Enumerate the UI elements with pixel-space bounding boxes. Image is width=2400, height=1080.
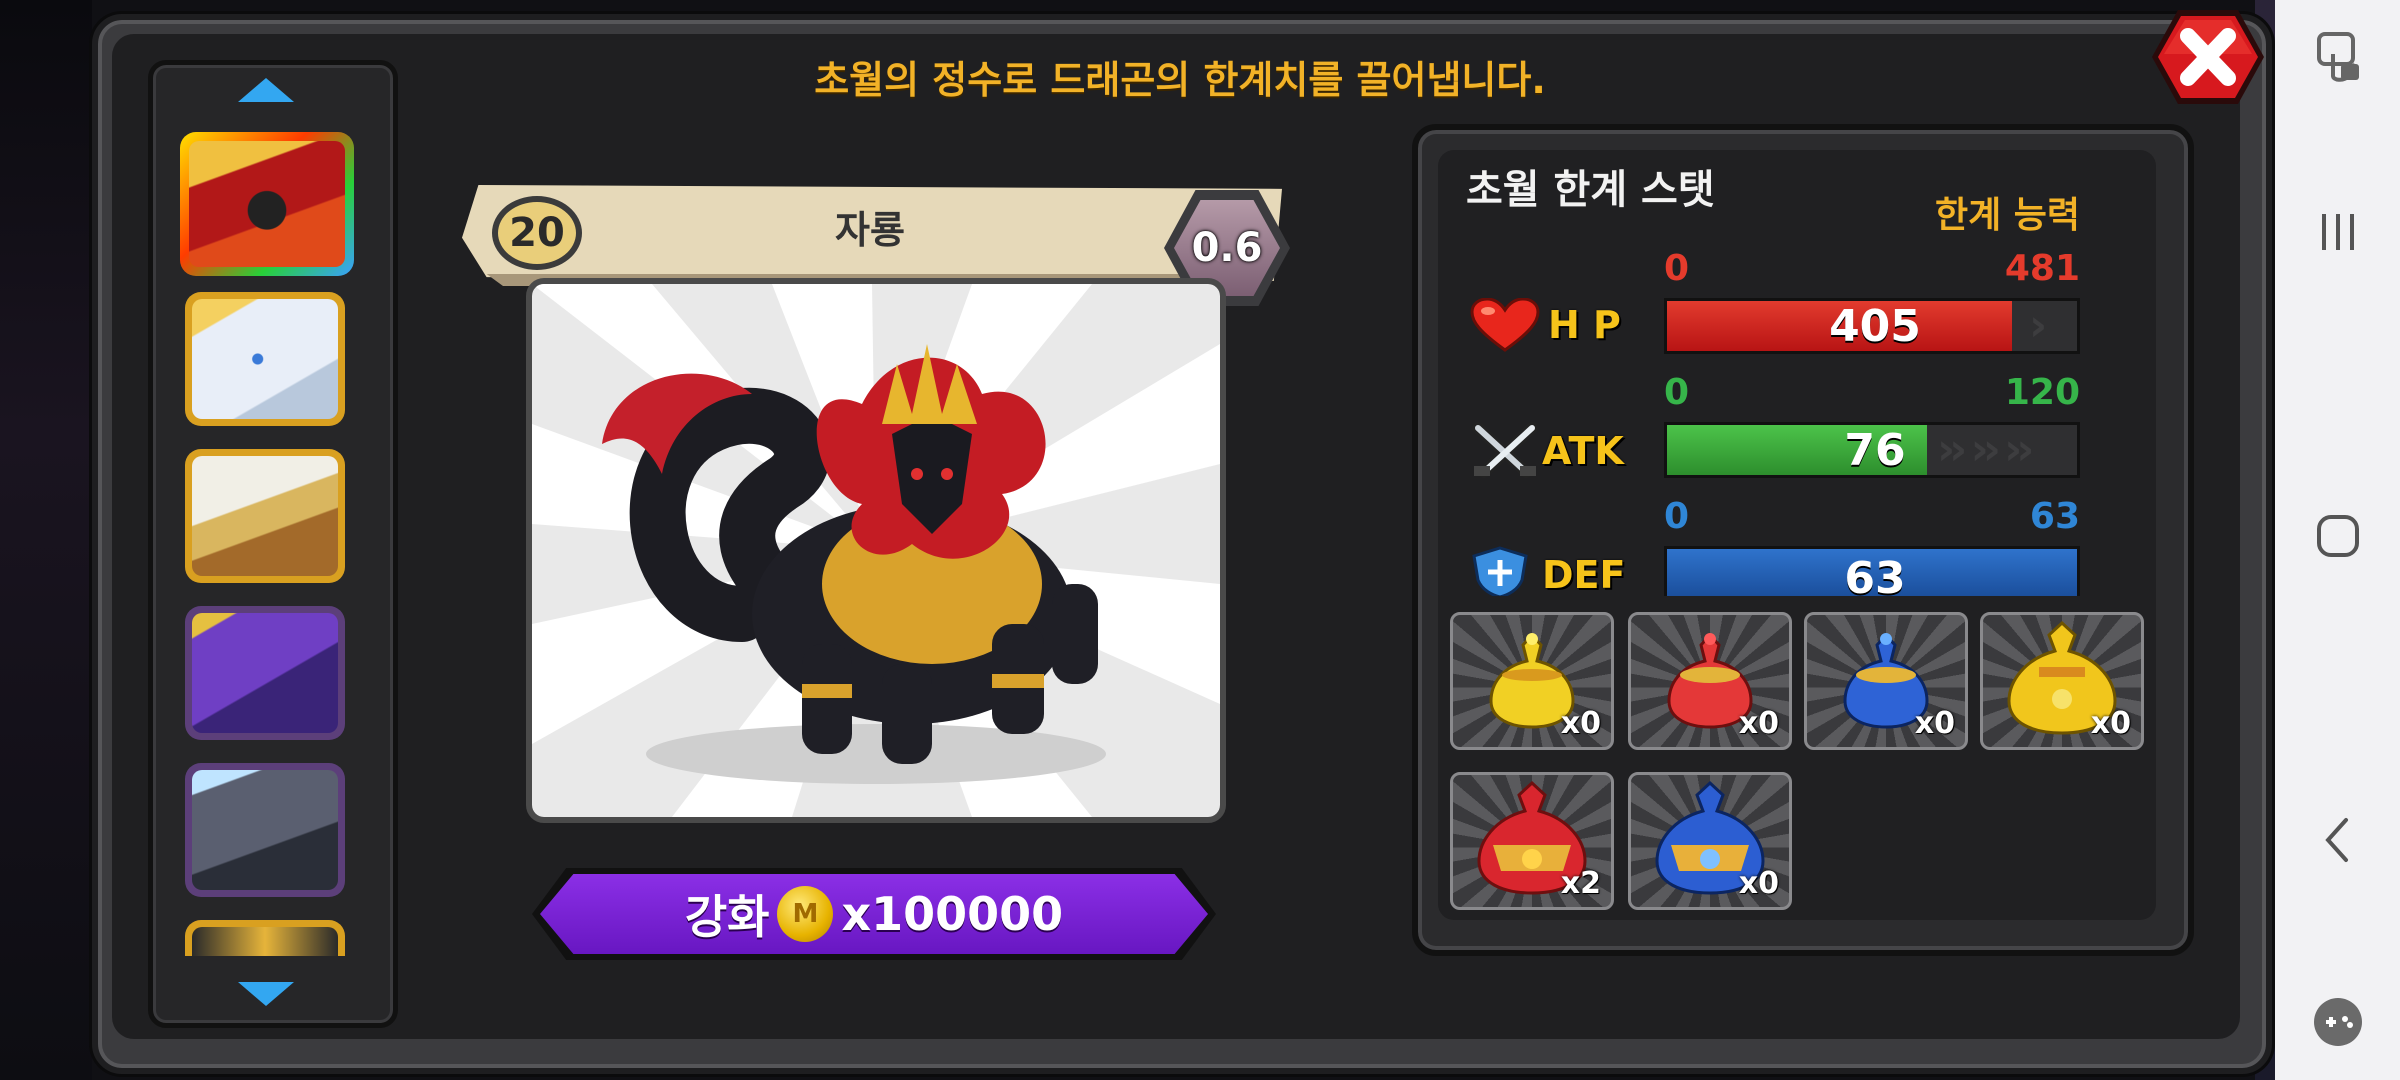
atk-min: 0	[1664, 372, 1690, 413]
stats-scroll-clip	[1450, 596, 2130, 610]
touch-lock-icon[interactable]	[2313, 30, 2363, 86]
dragon-list-item[interactable]	[185, 292, 345, 426]
heart-icon	[1470, 297, 1540, 352]
item-count: x2	[1560, 866, 1601, 901]
def-max: 63	[2029, 496, 2080, 537]
background-left	[0, 0, 92, 1080]
shield-icon	[1470, 546, 1530, 599]
game-tools-icon[interactable]	[2312, 996, 2364, 1048]
dragon-portrait-thumbnail	[192, 456, 338, 576]
stats-title: 초월 한계 스탯	[1466, 167, 1715, 213]
coin-icon: M	[777, 886, 834, 942]
hp-min: 0	[1664, 248, 1690, 289]
dragon-list-item[interactable]	[185, 449, 345, 583]
dragon-list-item[interactable]	[185, 763, 345, 897]
dragon-list-item-selected[interactable]	[180, 132, 354, 276]
item-count: x0	[1738, 706, 1779, 741]
essence-item-red-large[interactable]: x2	[1450, 772, 1614, 910]
dragon-artwork-icon	[532, 284, 1220, 817]
upgrade-label: 강화	[684, 890, 770, 944]
hp-max: 481	[2004, 248, 2080, 289]
home-icon[interactable]	[2316, 514, 2360, 558]
close-icon	[2152, 10, 2264, 104]
hp-bar: › 405	[1664, 298, 2080, 354]
item-count: x0	[1560, 706, 1601, 741]
item-count: x0	[1914, 706, 1955, 741]
essence-item-yellow-large[interactable]: x0	[1980, 612, 2144, 750]
dragon-portrait-thumbnail	[192, 299, 338, 419]
upgrade-cost: x100000	[841, 887, 1064, 941]
recent-apps-icon[interactable]	[2320, 210, 2356, 254]
close-button[interactable]	[2148, 6, 2268, 108]
dragon-list-item-partial[interactable]	[185, 920, 345, 956]
crossed-swords-icon	[1470, 422, 1540, 482]
def-bar: 63	[1664, 546, 2080, 596]
def-value: 63	[1844, 553, 1906, 596]
scroll-up-arrow-icon[interactable]	[238, 78, 294, 102]
dragon-level-badge: 20	[492, 196, 582, 270]
atk-bar: ›› ›› ›› 76	[1664, 422, 2080, 478]
dragon-portrait-thumbnail	[189, 141, 345, 267]
atk-max: 120	[2004, 372, 2080, 413]
essence-item-blue-large[interactable]: x0	[1628, 772, 1792, 910]
def-min: 0	[1664, 496, 1690, 537]
item-count: x0	[1738, 866, 1779, 901]
item-count: x0	[2090, 706, 2131, 741]
essence-item-yellow[interactable]: x0	[1450, 612, 1614, 750]
dialog-title: 초월의 정수로 드래곤의 한계치를 끌어냅니다.	[814, 58, 1546, 102]
atk-label: ATK	[1542, 429, 1624, 473]
essence-item-blue[interactable]: x0	[1804, 612, 1968, 750]
dragon-name: 자룡	[835, 208, 905, 252]
limit-ability-label: 한계 능력	[1934, 195, 2080, 236]
essence-item-red[interactable]: x0	[1628, 612, 1792, 750]
dragon-portrait	[526, 278, 1226, 823]
upgrade-button[interactable]: 강화 M x100000	[540, 874, 1208, 954]
dragon-list-item[interactable]	[185, 606, 345, 740]
back-icon[interactable]	[2322, 816, 2352, 864]
dragon-portrait-thumbnail	[192, 770, 338, 890]
scroll-down-arrow-icon[interactable]	[238, 982, 294, 1006]
atk-value: 76	[1844, 425, 1906, 476]
def-label: DEF	[1542, 553, 1626, 597]
dragon-portrait-thumbnail	[192, 613, 338, 733]
hp-value: 405	[1829, 301, 1921, 352]
hp-label: H P	[1548, 303, 1621, 347]
